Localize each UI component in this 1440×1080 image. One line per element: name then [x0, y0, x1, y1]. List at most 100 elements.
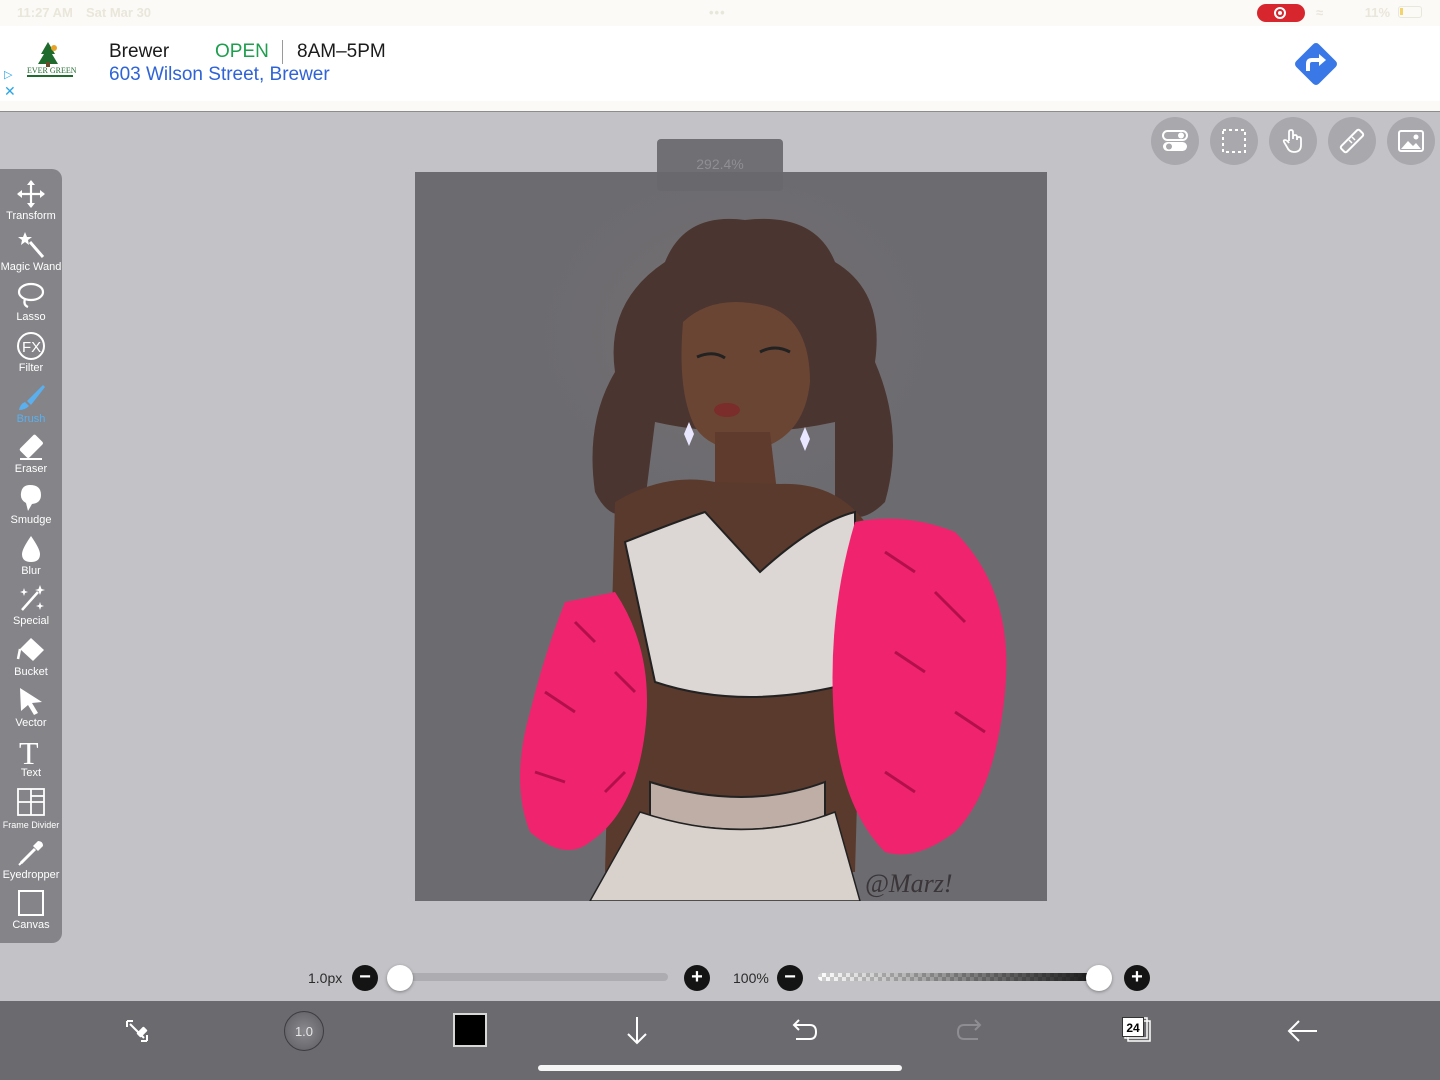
gallery-button[interactable] — [1387, 117, 1435, 165]
cursor-icon — [20, 688, 42, 715]
screen-recording-indicator[interactable] — [1257, 4, 1305, 22]
gallery-icon — [1398, 130, 1424, 152]
tool-bucket[interactable]: Bucket — [0, 635, 62, 686]
opacity-label: 100% — [733, 970, 769, 986]
download-button[interactable] — [617, 1011, 657, 1051]
brush-size-thumb[interactable] — [387, 965, 413, 991]
eraser-icon — [19, 434, 43, 460]
ad-banner[interactable]: ▷ ✕ EVER GREEN Brewer OPEN 8AM–5PM 603 W… — [0, 26, 1440, 101]
hand-button[interactable] — [1269, 117, 1317, 165]
app-window: 11:27 AM Sat Mar 30 ••• ≈ 11% ▷ ✕ EVER G… — [0, 0, 1440, 1080]
size-increase-button[interactable]: + — [684, 965, 710, 991]
tool-eraser[interactable]: Eraser — [0, 432, 62, 483]
ad-separator — [282, 40, 283, 64]
tool-canvas[interactable]: Canvas — [0, 888, 62, 939]
opacity-increase-button[interactable]: + — [1124, 965, 1150, 991]
undo-button[interactable] — [784, 1011, 824, 1051]
tool-label: Frame Divider — [2, 820, 60, 830]
battery-percent: 11% — [1364, 5, 1391, 20]
tool-label: Lasso — [16, 311, 46, 323]
advertiser-logo[interactable]: EVER GREEN — [24, 40, 76, 80]
bucket-icon — [16, 638, 44, 661]
tool-label: Eyedropper — [2, 869, 60, 881]
wifi-icon: ≈ — [1316, 5, 1324, 20]
home-indicator[interactable] — [538, 1065, 902, 1071]
tool-label: Text — [20, 767, 42, 779]
tool-smudge[interactable]: Smudge — [0, 483, 62, 534]
tool-eyedropper[interactable]: Eyedropper — [0, 838, 62, 889]
ad-address[interactable]: 603 Wilson Street, Brewer — [109, 64, 330, 86]
ad-business-name[interactable]: Brewer — [109, 41, 169, 63]
brush-icon — [19, 385, 45, 410]
move-arrows-icon — [17, 180, 45, 208]
tool-magic-wand[interactable]: Magic Wand — [0, 230, 62, 281]
tool-label: Canvas — [12, 919, 50, 931]
drawing-canvas[interactable]: @Marz! — [415, 172, 1047, 901]
tool-label: Bucket — [14, 666, 48, 678]
tool-blur[interactable]: Blur — [0, 534, 62, 585]
redo-button[interactable] — [950, 1011, 990, 1051]
brush-preview-button[interactable]: 1.0 — [284, 1011, 324, 1051]
redo-icon — [956, 1019, 982, 1040]
artwork: @Marz! — [505, 182, 1007, 901]
opacity-decrease-button[interactable]: − — [777, 965, 803, 991]
canvas-icon — [18, 890, 44, 916]
tool-label: Eraser — [14, 463, 48, 475]
ad-divider — [0, 101, 1440, 112]
ad-close-icon[interactable]: ✕ — [4, 83, 16, 100]
frame-divider-icon — [17, 788, 45, 816]
magic-wand-icon — [18, 232, 45, 258]
zoom-level: 292.4% — [657, 139, 783, 191]
back-button[interactable] — [1283, 1011, 1323, 1051]
tool-filter[interactable]: FX Filter — [0, 331, 62, 382]
toggle-button[interactable] — [1151, 117, 1199, 165]
arrow-down-icon — [627, 1017, 647, 1045]
lasso-icon — [17, 282, 45, 309]
toggle-icon — [1162, 130, 1188, 151]
brush-size-slider[interactable] — [400, 973, 668, 981]
hand-icon — [1282, 129, 1302, 153]
tool-label: Smudge — [10, 514, 52, 526]
color-swatch[interactable] — [453, 1013, 487, 1047]
brush-size-value: 1.0 — [294, 1024, 314, 1039]
tool-text[interactable]: T Text — [0, 736, 62, 787]
transform-layer-button[interactable] — [117, 1011, 157, 1051]
svg-text:FX: FX — [22, 339, 41, 356]
tool-brush[interactable]: Brush — [0, 382, 62, 433]
ad-choices-icon[interactable]: ▷ — [4, 68, 12, 81]
sparkle-icon — [20, 585, 45, 611]
tool-special[interactable]: Special — [0, 584, 62, 635]
brush-size-label: 1.0px — [308, 970, 343, 986]
layers-count: 24 — [1122, 1017, 1144, 1037]
status-time: 11:27 AM — [17, 5, 73, 20]
selection-button[interactable] — [1210, 117, 1258, 165]
tool-frame-divider[interactable]: Frame Divider — [0, 787, 62, 838]
status-bar: 11:27 AM Sat Mar 30 ••• ≈ 11% — [0, 0, 1440, 26]
tool-lasso[interactable]: Lasso — [0, 280, 62, 331]
multitasking-dots[interactable]: ••• — [709, 5, 726, 20]
signature: @Marz! — [865, 869, 952, 898]
size-decrease-button[interactable]: − — [352, 965, 378, 991]
fx-icon: FX — [17, 332, 45, 360]
svg-text:T: T — [19, 736, 39, 766]
tool-label: Brush — [16, 413, 46, 425]
left-toolbar: Transform Magic Wand Lasso FX Filter Bru… — [0, 169, 62, 943]
opacity-thumb[interactable] — [1086, 965, 1112, 991]
tool-label: Special — [12, 615, 50, 627]
battery-icon — [1398, 6, 1422, 18]
tool-label: Vector — [15, 717, 47, 729]
tool-transform[interactable]: Transform — [0, 179, 62, 230]
ad-hours: 8AM–5PM — [297, 41, 386, 62]
ruler-icon — [1339, 128, 1365, 154]
ad-open-status: OPEN — [215, 41, 269, 62]
logo-text: EVER GREEN — [27, 66, 76, 75]
opacity-slider[interactable] — [818, 973, 1102, 981]
text-icon: T — [19, 736, 39, 766]
transform-brush-icon — [126, 1020, 148, 1042]
status-date: Sat Mar 30 — [86, 5, 152, 20]
smudge-icon — [20, 485, 41, 511]
tool-vector[interactable]: Vector — [0, 686, 62, 737]
undo-icon — [792, 1019, 818, 1040]
ruler-button[interactable] — [1328, 117, 1376, 165]
directions-icon[interactable] — [1290, 38, 1342, 90]
